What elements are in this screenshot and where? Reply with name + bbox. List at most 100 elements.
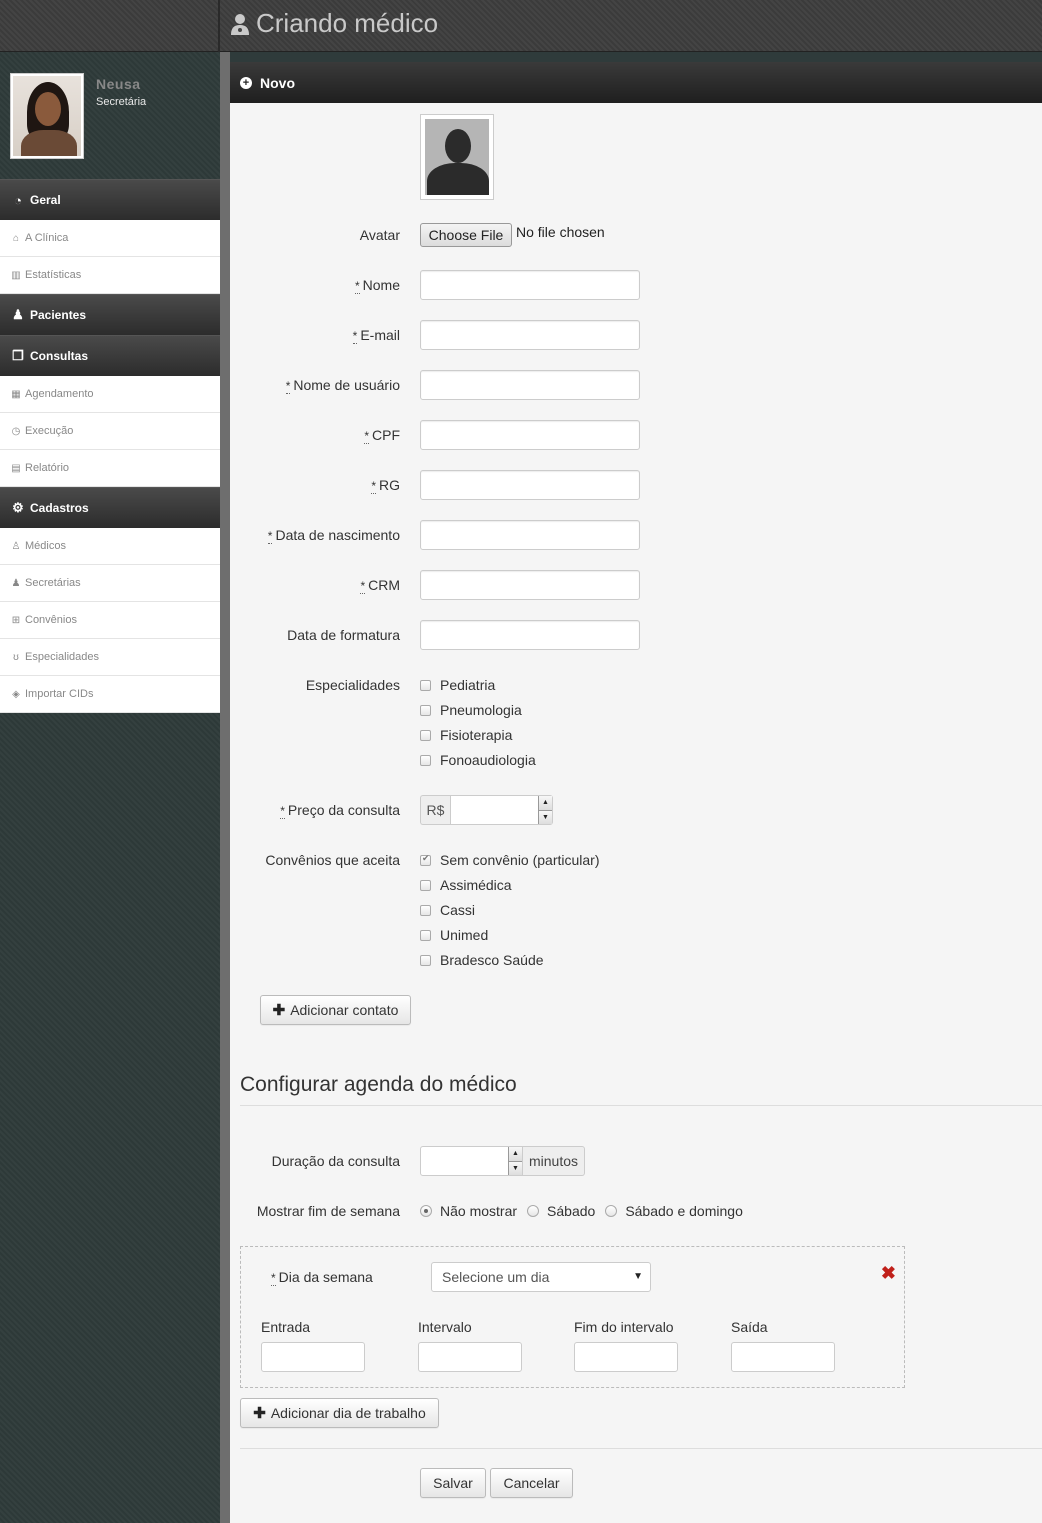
sidebar-item-execucao[interactable]: ◷ Execução (0, 413, 220, 450)
fim-semana-option[interactable]: Sábado (527, 1203, 595, 1219)
sidebar-item-secretarias[interactable]: ♟ Secretárias (0, 565, 220, 602)
required-mark: * (354, 279, 360, 294)
user-name: Neusa (96, 76, 141, 92)
checkbox[interactable] (420, 679, 431, 691)
top-bar: Criando médico (0, 0, 1042, 52)
checkbox[interactable] (420, 879, 431, 891)
crm-input[interactable] (420, 570, 640, 600)
checkbox[interactable] (420, 754, 431, 766)
avatar-placeholder-icon (425, 119, 489, 195)
checkbox[interactable] (420, 729, 431, 741)
sidebar-item-label: Relatório (25, 462, 70, 474)
usuario-input[interactable] (420, 370, 640, 400)
intervalo-label: Intervalo (418, 1319, 472, 1335)
plus-icon: ✚ (272, 1002, 286, 1019)
work-day-box: * Dia da semana Selecione um dia ▼ ✖ Entr… (240, 1246, 905, 1388)
sidebar-section-consultas[interactable]: ❐ Consultas (0, 335, 220, 376)
radio[interactable] (605, 1205, 618, 1217)
especialidade-option[interactable]: Fisioterapia (420, 727, 512, 743)
sidebar-item-especialidades[interactable]: ʊ Especialidades (0, 639, 220, 676)
panel-title: Novo (260, 74, 295, 91)
entrada-input[interactable] (261, 1342, 365, 1372)
gear-icon: ⚙ (12, 500, 24, 515)
radio-checked[interactable] (420, 1205, 432, 1217)
sidebar-item-convenios[interactable]: ⊞ Convênios (0, 602, 220, 639)
choose-file-button[interactable]: Choose File (420, 223, 512, 247)
spinner-down-icon: ▼ (539, 810, 552, 824)
checkbox-checked[interactable] (420, 853, 431, 866)
sidebar-item-agendamento[interactable]: ▦ Agendamento (0, 376, 220, 413)
formatura-label: Data de formatura (287, 627, 400, 643)
rg-input[interactable] (420, 470, 640, 500)
email-label: * E-mail (352, 327, 400, 344)
sidebar-item-label: Médicos (25, 540, 66, 552)
radio[interactable] (527, 1205, 540, 1217)
preco-input[interactable]: ▲ ▼ (450, 795, 553, 825)
sidebar-item-label: Agendamento (25, 388, 94, 400)
avatar-label: Avatar (359, 227, 400, 243)
nome-label: * Nome (354, 277, 400, 294)
especialidade-option[interactable]: Fonoaudiologia (420, 752, 536, 768)
sidebar-section-geral[interactable]: ◔ Geral (0, 179, 220, 220)
required-mark: * (271, 1271, 276, 1286)
add-work-day-button[interactable]: ✚ Adicionar dia de trabalho (240, 1398, 439, 1428)
save-button[interactable]: Salvar (420, 1468, 486, 1498)
home-icon: ⌂ (12, 232, 20, 244)
fim-intervalo-label: Fim do intervalo (574, 1319, 674, 1335)
cpf-input[interactable] (420, 420, 640, 450)
convenio-option[interactable]: Unimed (420, 927, 488, 943)
convenio-option[interactable]: Sem convênio (particular) (420, 852, 600, 868)
fim-intervalo-input[interactable] (574, 1342, 678, 1372)
sidebar-item-a-clinica[interactable]: ⌂ A Clínica (0, 220, 220, 257)
remove-icon[interactable]: ✖ (881, 1263, 896, 1284)
required-mark: * (360, 579, 366, 594)
user-icon: ♟ (11, 577, 21, 589)
email-input[interactable] (420, 320, 640, 350)
dia-select[interactable]: Selecione um dia ▼ (431, 1262, 651, 1292)
especialidade-option[interactable]: Pediatria (420, 677, 495, 693)
caret-down-icon: ▼ (633, 1271, 643, 1282)
rg-label: * RG (371, 477, 400, 494)
checkbox[interactable] (420, 929, 431, 941)
required-mark: * (285, 379, 291, 394)
checkbox[interactable] (420, 704, 431, 716)
actions-divider (240, 1448, 1042, 1449)
sidebar-section-label: Geral (30, 193, 61, 207)
nome-input[interactable] (420, 270, 640, 300)
intervalo-input[interactable] (418, 1342, 522, 1372)
sidebar-item-label: Estatísticas (25, 269, 82, 281)
panel-header: + Novo (230, 62, 1042, 103)
number-spinner[interactable]: ▲ ▼ (538, 796, 552, 824)
bar-chart-icon: ▥ (11, 269, 21, 281)
dia-label: * Dia da semana (271, 1269, 373, 1286)
user-role: Secretária (96, 96, 147, 108)
avatar[interactable] (10, 73, 84, 159)
clock-icon: ◷ (11, 425, 21, 437)
convenio-option[interactable]: Cassi (420, 902, 475, 918)
sidebar-item-medicos[interactable]: ♙ Médicos (0, 528, 220, 565)
saida-input[interactable] (731, 1342, 835, 1372)
sidebar-item-estatisticas[interactable]: ▥ Estatísticas (0, 257, 220, 294)
duracao-input[interactable]: ▲ ▼ (420, 1146, 523, 1176)
fim-semana-option[interactable]: Não mostrar (420, 1203, 517, 1219)
add-contact-button[interactable]: ✚ Adicionar contato (260, 995, 411, 1025)
calendar-icon: ▦ (11, 388, 21, 400)
page-title: Criando médico (230, 8, 438, 39)
nascimento-input[interactable] (420, 520, 640, 550)
sidebar-section-pacientes[interactable]: ♟ Pacientes (0, 294, 220, 335)
convenio-option[interactable]: Bradesco Saúde (420, 952, 544, 968)
number-spinner[interactable]: ▲ ▼ (508, 1147, 522, 1175)
sidebar-item-importar-cids[interactable]: ◈ Importar CIDs (0, 676, 220, 713)
sidebar-item-relatorio[interactable]: ▤ Relatório (0, 450, 220, 487)
convenio-option[interactable]: Assimédica (420, 877, 512, 893)
formatura-input[interactable] (420, 620, 640, 650)
tags-icon: ◈ (12, 688, 20, 700)
fim-semana-option[interactable]: Sábado e domingo (605, 1203, 743, 1219)
sidebar-section-cadastros[interactable]: ⚙ Cadastros (0, 487, 220, 528)
checkbox[interactable] (420, 954, 431, 966)
group-icon: ♟ (12, 307, 24, 322)
cancel-button[interactable]: Cancelar (490, 1468, 573, 1498)
checkbox[interactable] (420, 904, 431, 916)
especialidade-option[interactable]: Pneumologia (420, 702, 522, 718)
required-mark: * (352, 329, 358, 344)
